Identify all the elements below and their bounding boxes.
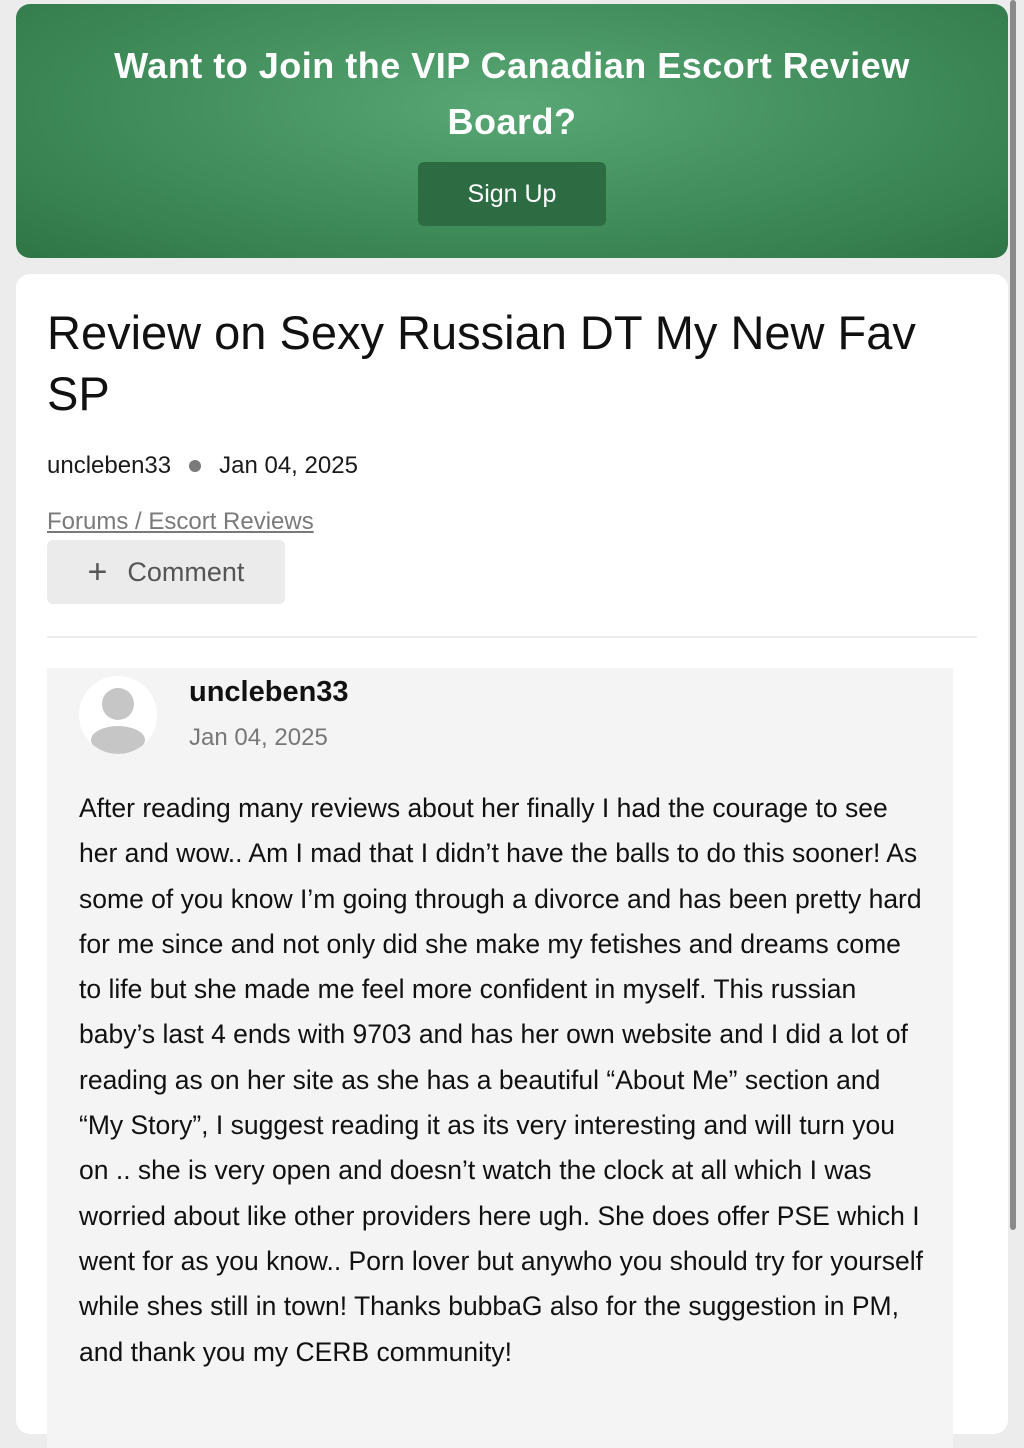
divider (47, 636, 977, 638)
page-scrollbar[interactable] (1010, 0, 1016, 1230)
reply-post: uncleben33 Jan 04, 2025 After reading ma… (47, 668, 953, 1448)
post-card: Review on Sexy Russian DT My New Fav SP … (16, 274, 1008, 1448)
breadcrumb-link[interactable]: Forums / Escort Reviews (47, 508, 314, 536)
reply-body: After reading many reviews about her fin… (79, 793, 924, 1367)
banner-title: Want to Join the VIP Canadian Escort Rev… (114, 45, 910, 142)
avatar-head (102, 688, 134, 720)
post-author[interactable]: uncleben33 (47, 452, 171, 480)
avatar-body (91, 726, 145, 754)
plus-icon: + (87, 553, 108, 591)
sign-up-button[interactable]: Sign Up (418, 162, 606, 226)
reply-date: Jan 04, 2025 (189, 724, 328, 751)
reply-author[interactable]: uncleben33 (189, 676, 349, 709)
post-date: Jan 04, 2025 (219, 452, 358, 479)
vip-signup-banner: Want to Join the VIP Canadian Escort Rev… (16, 4, 1008, 258)
post-title: Review on Sexy Russian DT My New Fav SP (47, 306, 916, 420)
comment-button-label: Comment (127, 556, 245, 587)
separator-dot-icon (189, 460, 202, 472)
default-user-avatar-icon[interactable] (79, 676, 157, 754)
comment-button[interactable]: + Comment (47, 540, 285, 604)
post-meta: uncleben33 Jan 04, 2025 (47, 452, 358, 480)
